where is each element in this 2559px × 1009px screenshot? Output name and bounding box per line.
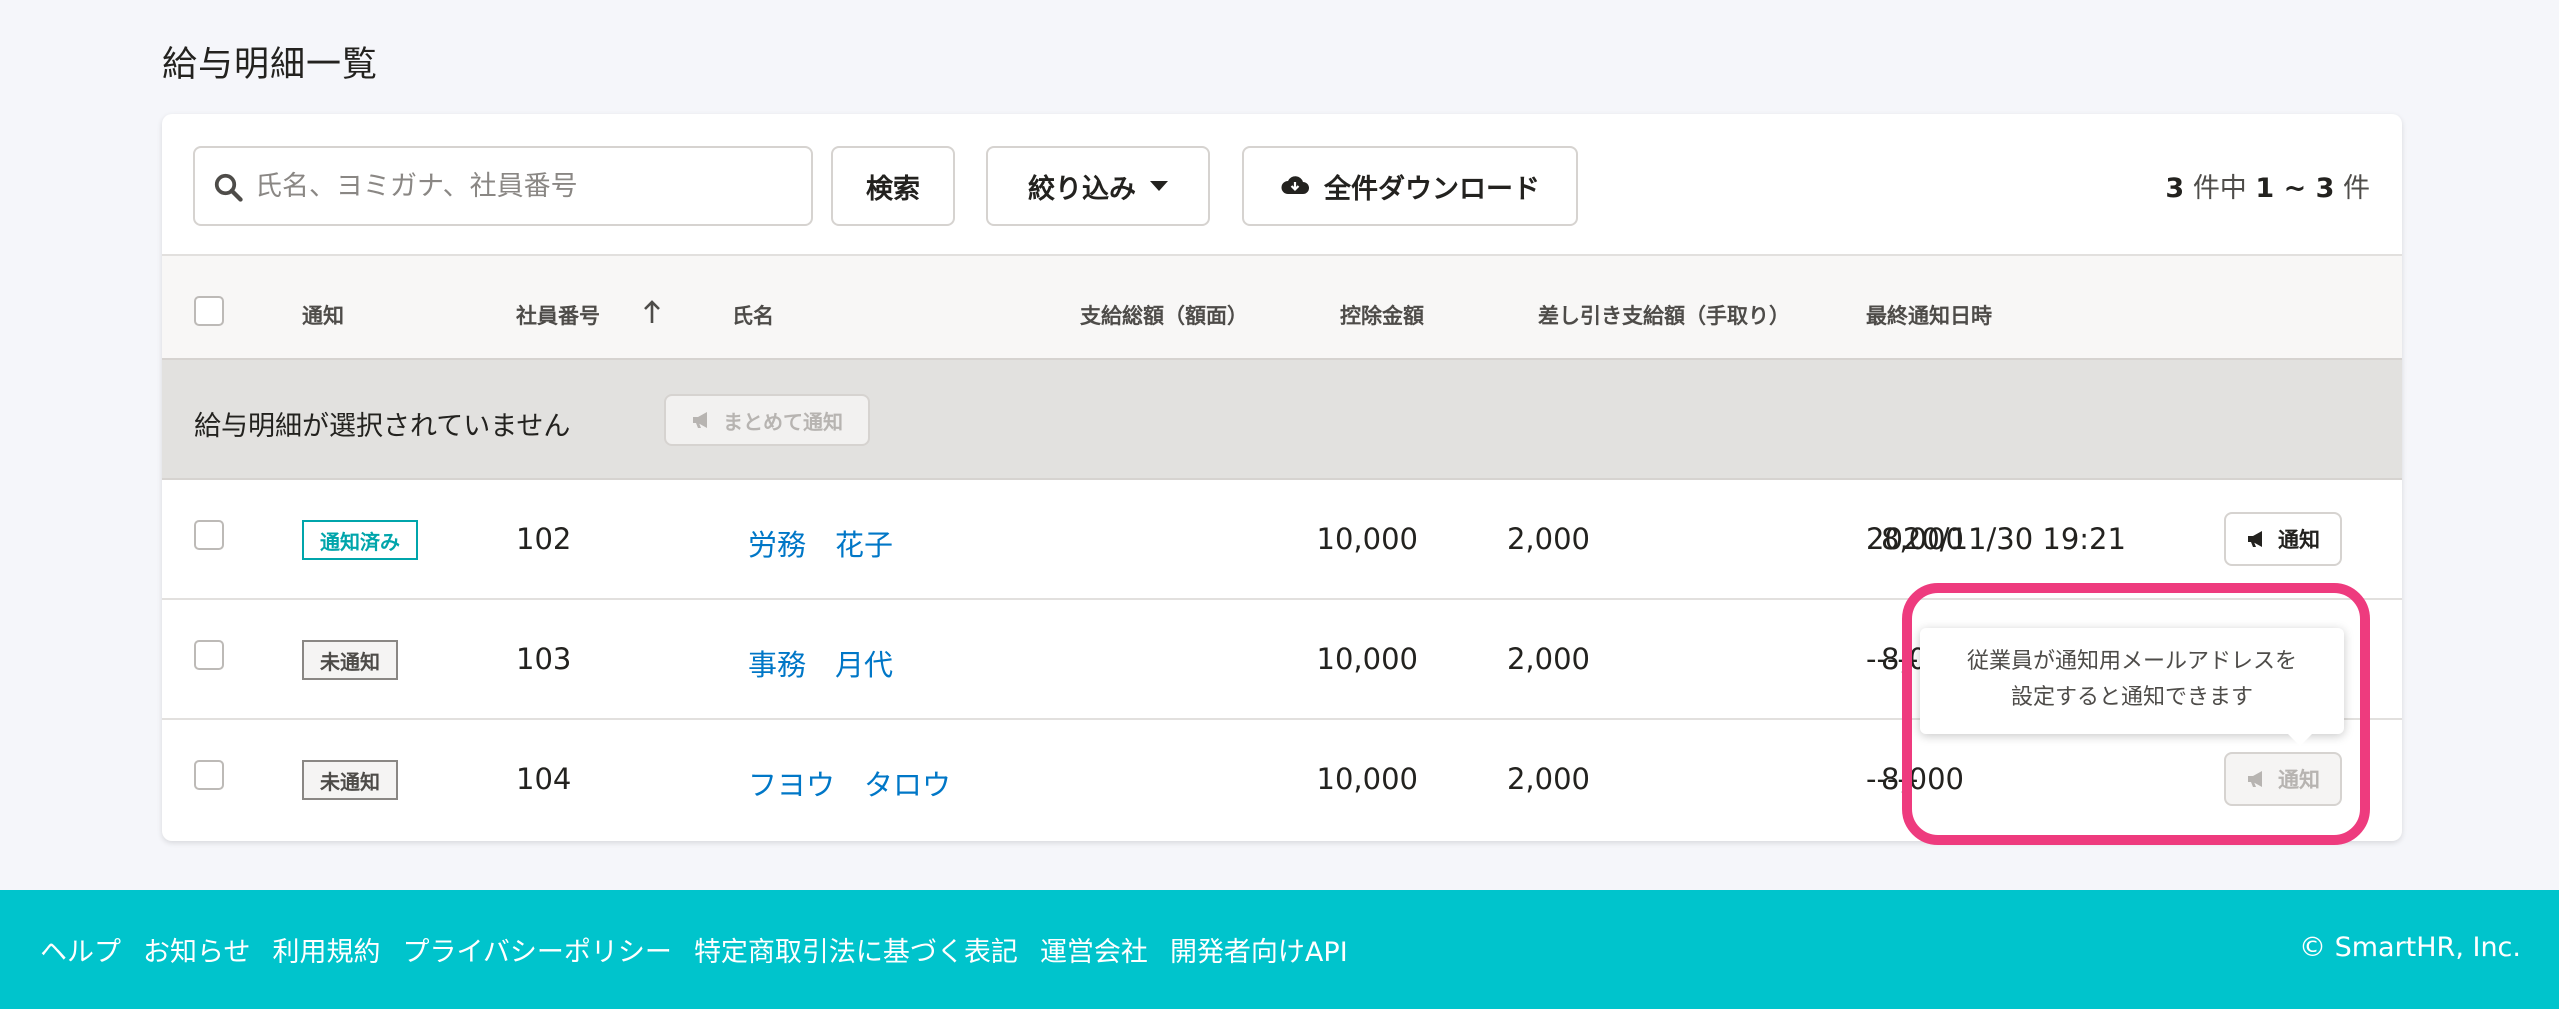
footer-link-help[interactable]: ヘルプ xyxy=(40,930,121,969)
status-badge: 未通知 xyxy=(302,640,398,680)
header-name: 氏名 xyxy=(732,304,774,328)
count-range: 1 ~ 3 xyxy=(2255,173,2335,204)
bulk-message: 給与明細が選択されていません xyxy=(194,411,571,442)
page-title: 給与明細一覧 xyxy=(162,45,379,85)
megaphone-icon xyxy=(693,412,707,428)
footer-link-company[interactable]: 運営会社 xyxy=(1040,930,1148,969)
filter-button-label: 絞り込み xyxy=(1028,173,1136,205)
footer-link-privacy[interactable]: プライバシーポリシー xyxy=(402,930,671,969)
header-net: 差し引き支給額（手取り） xyxy=(1538,304,1790,328)
employee-name-link[interactable]: 事務 月代 xyxy=(748,642,893,684)
header-employee-no[interactable]: 社員番号 xyxy=(516,300,600,330)
download-all-label: 全件ダウンロード xyxy=(1324,173,1540,205)
search-input[interactable] xyxy=(255,158,795,214)
footer-link-terms[interactable]: 利用規約 xyxy=(272,930,380,969)
row-checkbox[interactable] xyxy=(194,760,224,790)
table-row: 通知済み 102 労務 花子 10,000 2,000 8,000 2020/1… xyxy=(162,480,2402,600)
select-all-checkbox[interactable] xyxy=(194,296,224,326)
row-checkbox[interactable] xyxy=(194,520,224,550)
footer-link-news[interactable]: お知らせ xyxy=(143,930,250,969)
result-count: 3 件中 1 ~ 3 件 xyxy=(2165,166,2370,205)
toolbar: 検索 絞り込み 全件ダウンロード 3 件中 1 ~ 3 件 xyxy=(162,114,2402,254)
copyright: © SmartHR, Inc. xyxy=(2299,932,2521,963)
employee-no: 103 xyxy=(516,642,572,676)
highlight-annotation xyxy=(1902,583,2370,845)
search-icon xyxy=(214,173,243,202)
search-button[interactable]: 検索 xyxy=(831,146,955,226)
header-deduction: 控除金額 xyxy=(1340,304,1424,328)
status-badge: 通知済み xyxy=(302,520,418,560)
employee-no: 104 xyxy=(516,762,572,796)
notify-button[interactable]: 通知 xyxy=(2224,512,2342,566)
bulk-notify-label: まとめて通知 xyxy=(723,411,843,434)
deduction-amount: 2,000 xyxy=(1506,522,1590,556)
sort-ascending-icon[interactable] xyxy=(641,298,663,326)
footer-links: ヘルプ お知らせ 利用規約 プライバシーポリシー 特定商取引法に基づく表記 運営… xyxy=(40,930,1348,969)
count-total: 3 xyxy=(2165,173,2185,204)
deduction-amount: 2,000 xyxy=(1506,762,1590,796)
search-box[interactable] xyxy=(193,146,813,226)
notify-button-label: 通知 xyxy=(2278,529,2320,552)
megaphone-icon xyxy=(2248,531,2262,547)
download-all-button[interactable]: 全件ダウンロード xyxy=(1242,146,1578,226)
header-notify: 通知 xyxy=(302,304,344,328)
table-header: 通知 社員番号 氏名 支給総額（額面） 控除金額 差し引き支給額（手取り） 最終… xyxy=(162,254,2402,360)
caret-down-icon xyxy=(1150,181,1168,191)
footer-link-api[interactable]: 開発者向けAPI xyxy=(1170,930,1348,969)
count-suffix: 件 xyxy=(2343,173,2370,204)
header-gross: 支給総額（額面） xyxy=(1080,304,1248,328)
employee-no: 102 xyxy=(516,522,572,556)
footer: ヘルプ お知らせ 利用規約 プライバシーポリシー 特定商取引法に基づく表記 運営… xyxy=(0,890,2559,1009)
filter-button[interactable]: 絞り込み xyxy=(986,146,1210,226)
footer-link-commercial-law[interactable]: 特定商取引法に基づく表記 xyxy=(694,930,1018,969)
cloud-download-icon xyxy=(1281,176,1309,194)
status-badge: 未通知 xyxy=(302,760,398,800)
row-checkbox[interactable] xyxy=(194,640,224,670)
bulk-action-row: 給与明細が選択されていません まとめて通知 xyxy=(162,360,2402,480)
deduction-amount: 2,000 xyxy=(1506,642,1590,676)
employee-name-link[interactable]: フヨウ タロウ xyxy=(748,762,951,804)
search-button-label: 検索 xyxy=(866,173,920,205)
bulk-notify-button[interactable]: まとめて通知 xyxy=(664,394,870,446)
last-notified: 2020/11/30 19:21 xyxy=(1866,522,2126,556)
header-last-notified: 最終通知日時 xyxy=(1866,304,1992,328)
count-mid: 件中 xyxy=(2192,173,2247,204)
employee-name-link[interactable]: 労務 花子 xyxy=(748,522,893,564)
